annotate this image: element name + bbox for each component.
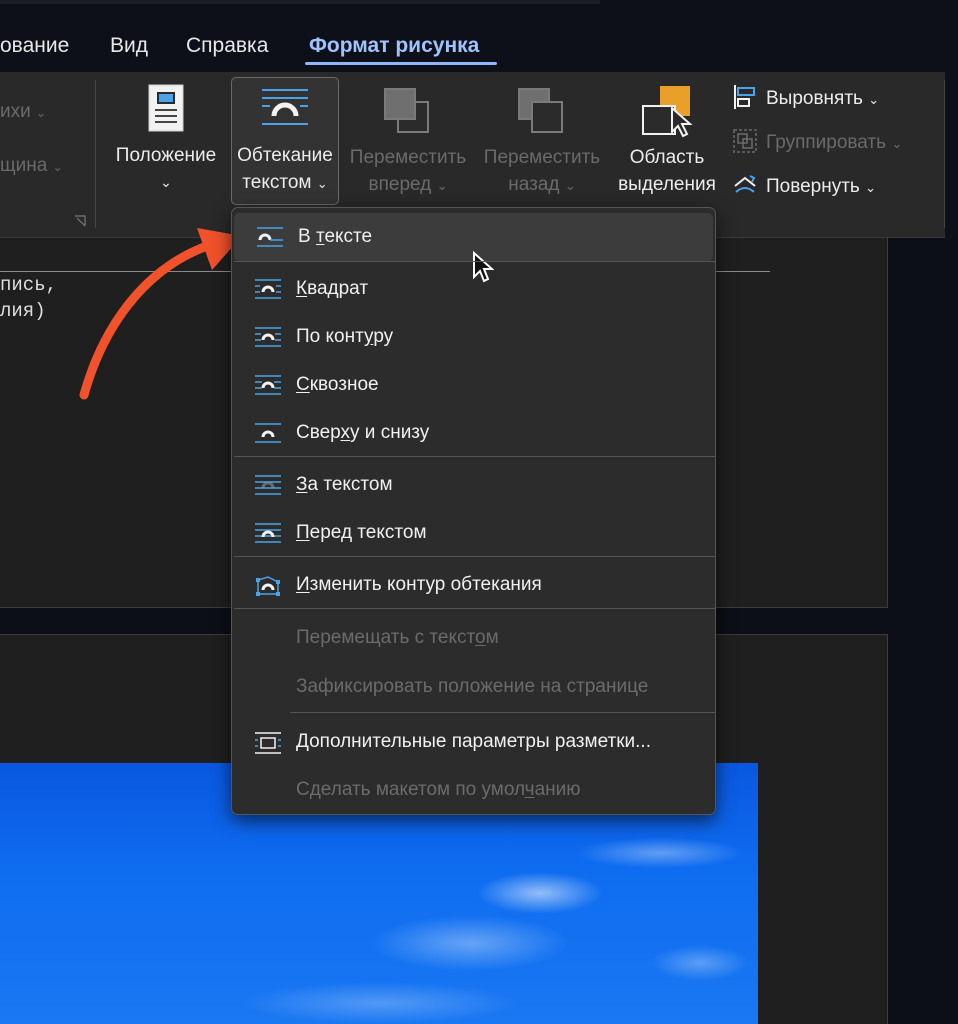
selection-pane-label-line1: Область: [629, 147, 705, 168]
chevron-down-icon: ⌄: [160, 174, 172, 190]
bring-forward-button[interactable]: Переместить вперед ⌄: [344, 80, 472, 200]
send-backward-label-line2: назад ⌄: [508, 174, 576, 195]
wrap-text-menu: В тексте Квадрат По контуру Сквозное Све…: [231, 207, 716, 815]
tab-picture-format[interactable]: Формат рисунка: [309, 34, 479, 58]
menu-item-set-as-default[interactable]: Сделать макетом по умолчанию: [232, 766, 715, 812]
menu-item-tight[interactable]: По контуру: [232, 313, 715, 359]
ribbon-separator: [944, 80, 945, 228]
menu-item-move-with-text[interactable]: Перемещать с текстом: [232, 614, 715, 660]
menu-separator: [234, 608, 715, 609]
group-button[interactable]: Группировать ⌄: [732, 128, 922, 158]
wrap-square-icon: [254, 278, 282, 300]
menu-item-label: Изменить контур обтекания: [296, 574, 542, 595]
tab-view[interactable]: Вид: [110, 34, 148, 58]
wrap-top-bottom-icon: [254, 422, 282, 444]
menu-separator: [234, 456, 715, 457]
tab-review[interactable]: ование: [0, 34, 69, 58]
bring-forward-label-line1: Переместить: [349, 147, 467, 168]
ribbon-tab-bar: ование Вид Справка Формат рисунка: [0, 0, 958, 72]
wrap-behind-icon: [254, 474, 282, 496]
position-icon: [148, 84, 184, 132]
menu-item-label: По контуру: [296, 326, 394, 347]
wrap-tight-icon: [254, 326, 282, 348]
align-icon: [732, 84, 758, 110]
wrap-text-label-line1: Обтекание: [237, 145, 333, 166]
menu-item-label: Перемещать с текстом: [296, 627, 499, 648]
title-bar-edge: [0, 0, 600, 4]
group-icon: [732, 128, 758, 154]
wrap-front-icon: [254, 522, 282, 544]
menu-item-square[interactable]: Квадрат: [232, 265, 715, 311]
menu-item-label: За текстом: [296, 474, 393, 495]
group-label: Группировать ⌄: [766, 132, 903, 153]
menu-item-in-line-with-text[interactable]: В тексте: [234, 213, 713, 283]
menu-item-behind-text[interactable]: За текстом: [232, 461, 715, 507]
active-tab-indicator: [305, 62, 497, 65]
align-button[interactable]: Выровнять ⌄: [732, 84, 912, 114]
edit-wrap-points-icon: [254, 574, 282, 596]
ribbon-partial-item: ихи ⌄: [0, 101, 47, 122]
send-backward-icon: [516, 86, 566, 134]
selection-pane-button[interactable]: Область выделения: [612, 80, 722, 200]
selection-pane-icon: [640, 84, 696, 138]
bring-forward-label-line2: вперед ⌄: [368, 174, 448, 195]
menu-item-label: Дополнительные параметры разметки...: [296, 731, 651, 752]
ribbon-edge: [945, 72, 958, 238]
send-backward-label-line1: Переместить: [483, 147, 601, 168]
send-backward-button[interactable]: Переместить назад ⌄: [478, 80, 606, 200]
selection-pane-label-line2: выделения: [618, 174, 716, 195]
bring-forward-icon: [382, 86, 432, 134]
wrap-text-button[interactable]: Обтекание текстом ⌄: [231, 77, 339, 205]
layout-options-icon: [254, 731, 282, 754]
document-text: пись,: [0, 274, 58, 296]
menu-item-top-and-bottom[interactable]: Сверху и снизу: [232, 409, 715, 455]
wrap-text-icon: [260, 86, 310, 130]
menu-item-label: Зафиксировать положение на странице: [296, 676, 649, 697]
menu-item-label: Перед текстом: [296, 522, 427, 543]
menu-item-through[interactable]: Сквозное: [232, 361, 715, 407]
rotate-label: Повернуть ⌄: [766, 176, 877, 197]
menu-item-label: Сквозное: [296, 374, 379, 395]
annotation-arrow: [72, 220, 252, 405]
tab-help[interactable]: Справка: [186, 34, 268, 58]
ribbon-separator: [95, 80, 96, 228]
position-button[interactable]: Положение ⌄: [100, 80, 232, 200]
align-label: Выровнять ⌄: [766, 88, 880, 109]
menu-separator: [234, 261, 715, 262]
wrap-text-label-line2: текстом ⌄: [242, 172, 328, 193]
menu-item-edit-wrap-points[interactable]: Изменить контур обтекания: [232, 561, 715, 607]
position-label: Положение: [115, 145, 217, 166]
menu-item-label: Квадрат: [296, 278, 369, 299]
menu-separator: [234, 556, 715, 557]
menu-item-label: Сверху и снизу: [296, 422, 430, 443]
wrap-inline-icon: [256, 226, 284, 248]
rotate-icon: [732, 172, 758, 198]
menu-item-more-layout-options[interactable]: Дополнительные параметры разметки...: [232, 718, 715, 764]
menu-item-label: Сделать макетом по умолчанию: [296, 779, 581, 800]
menu-item-fix-position[interactable]: Зафиксировать положение на странице: [232, 663, 715, 709]
ribbon-partial-item: щина ⌄: [0, 155, 63, 176]
document-text: лия): [0, 300, 46, 322]
rotate-button[interactable]: Повернуть ⌄: [732, 172, 912, 202]
wrap-through-icon: [254, 374, 282, 396]
menu-item-in-front-of-text[interactable]: Перед текстом: [232, 509, 715, 555]
menu-item-label: В тексте: [298, 226, 373, 247]
menu-separator: [290, 712, 715, 713]
